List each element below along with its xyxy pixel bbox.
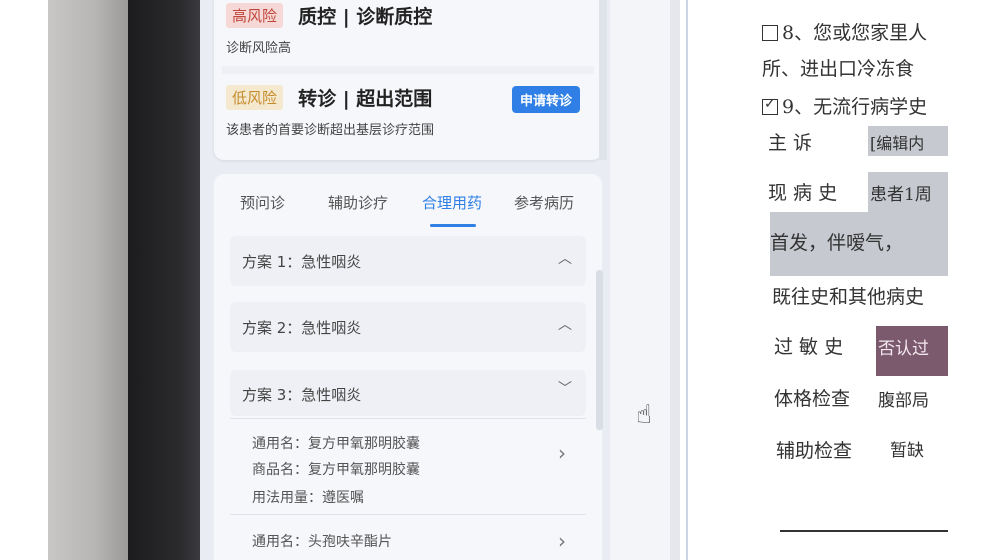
present-illness-value[interactable]: 患者1周 <box>870 180 932 205</box>
tab-rational-medication[interactable]: 合理用药 <box>422 192 482 213</box>
risk-alert-card: 高风险 质控 | 诊断质控 诊断风险高 低风险 转诊 | 超出范围 申请转诊 该… <box>214 0 602 160</box>
plan-3-title: 方案 3：急性咽炎 <box>242 386 362 404</box>
plan-1-title: 方案 1：急性咽炎 <box>242 253 362 271</box>
low-risk-description: 该患者的首要诊断超出基层诊疗范围 <box>226 123 435 138</box>
panel-gap-shadow <box>670 0 680 560</box>
present-illness-label: 现 病 史 <box>768 182 838 204</box>
monitor-bezel <box>128 0 200 560</box>
panel-scrollbar[interactable] <box>596 270 603 430</box>
high-risk-description: 诊断风险高 <box>226 41 292 56</box>
plan-2-title: 方案 2：急性咽炎 <box>242 319 362 337</box>
low-risk-alert[interactable]: 低风险 转诊 | 超出范围 申请转诊 该患者的首要诊断超出基层诊疗范围 <box>226 84 586 138</box>
chevron-down-icon[interactable]: ﹀ <box>558 378 572 398</box>
tab-reference-records[interactable]: 参考病历 <box>514 192 574 213</box>
chief-complaint-label: 主 诉 <box>768 132 813 154</box>
hand-pointer-icon: ☝ <box>636 400 652 430</box>
checkbox-icon[interactable] <box>762 96 778 115</box>
document-bottom-rule <box>780 530 948 532</box>
present-illness-line-2[interactable]: 首发，伴嗳气， <box>770 228 903 255</box>
question-9: 9、无流行病学史 <box>762 92 927 119</box>
tab-assisted-diagnosis[interactable]: 辅助诊疗 <box>328 192 388 213</box>
question-8-text: 8、您或您家里人 <box>782 22 928 44</box>
high-risk-badge: 高风险 <box>226 3 284 28</box>
apply-referral-button[interactable]: 申请转诊 <box>511 86 580 113</box>
drug-generic-name: 通用名：头孢呋辛酯片 <box>252 534 392 550</box>
drug-brand-name: 商品名：复方甲氧那明胶囊 <box>252 462 420 478</box>
document-margin-line <box>686 0 688 560</box>
plan-3[interactable]: 方案 3：急性咽炎 ﹀ <box>230 370 586 416</box>
plan-2[interactable]: 方案 2：急性咽炎 ︿ <box>230 302 586 352</box>
tab-bar: 预问诊 辅助诊疗 合理用药 参考病历 <box>214 192 602 232</box>
chevron-right-icon[interactable]: › <box>558 529 566 553</box>
active-tab-indicator <box>430 224 476 227</box>
question-8: 8、您或您家里人 <box>762 18 927 45</box>
auxiliary-exam-value[interactable]: 暂缺 <box>890 436 924 461</box>
high-risk-alert[interactable]: 高风险 质控 | 诊断质控 诊断风险高 <box>226 2 586 56</box>
physical-exam-label: 体格检查 <box>774 388 851 410</box>
plan-1[interactable]: 方案 1：急性咽炎 ︿ <box>230 236 586 286</box>
low-risk-title: 转诊 | 超出范围 <box>298 88 433 110</box>
question-9-text: 9、无流行病学史 <box>782 96 928 118</box>
monitor-screen: 高风险 质控 | 诊断质控 诊断风险高 低风险 转诊 | 超出范围 申请转诊 该… <box>200 0 948 560</box>
physical-exam-value[interactable]: 腹部局 <box>878 386 929 411</box>
chevron-up-icon[interactable]: ︿ <box>558 248 572 268</box>
drug-generic-name: 通用名：复方甲氧那明胶囊 <box>252 436 420 452</box>
background-wall <box>48 0 128 560</box>
chevron-right-icon[interactable]: › <box>558 441 566 465</box>
drug-item[interactable]: 通用名：头孢呋辛酯片 › <box>230 514 586 560</box>
low-risk-badge: 低风险 <box>226 85 284 110</box>
photo-margin-right <box>948 0 996 560</box>
drug-usage: 用法用量：遵医嘱 <box>252 490 364 506</box>
checkbox-icon[interactable] <box>762 25 778 41</box>
past-history-label: 既往史和其他病史 <box>772 286 925 308</box>
tab-pre-consultation[interactable]: 预问诊 <box>240 192 285 213</box>
drug-item[interactable]: 通用名：复方甲氧那明胶囊 商品名：复方甲氧那明胶囊 用法用量：遵医嘱 › <box>230 418 586 511</box>
question-8-continued: 所、进出口冷冻食 <box>762 58 915 80</box>
tabs-card: 预问诊 辅助诊疗 合理用药 参考病历 方案 1：急性咽炎 ︿ 方案 2：急性咽炎… <box>214 174 602 560</box>
alert-divider <box>222 66 594 74</box>
allergy-label: 过 敏 史 <box>774 336 844 358</box>
medical-record-document <box>680 0 948 560</box>
chief-complaint-value[interactable]: [编辑内 <box>870 130 924 154</box>
risk-card-scrollbar[interactable] <box>599 0 607 160</box>
allergy-value[interactable]: 否认过 <box>878 334 929 359</box>
assistant-panel: 高风险 质控 | 诊断质控 诊断风险高 低风险 转诊 | 超出范围 申请转诊 该… <box>200 0 610 560</box>
chevron-up-icon[interactable]: ︿ <box>558 314 572 334</box>
auxiliary-exam-label: 辅助检查 <box>776 440 853 462</box>
photo-margin-left <box>0 0 48 560</box>
high-risk-title: 质控 | 诊断质控 <box>298 6 433 28</box>
